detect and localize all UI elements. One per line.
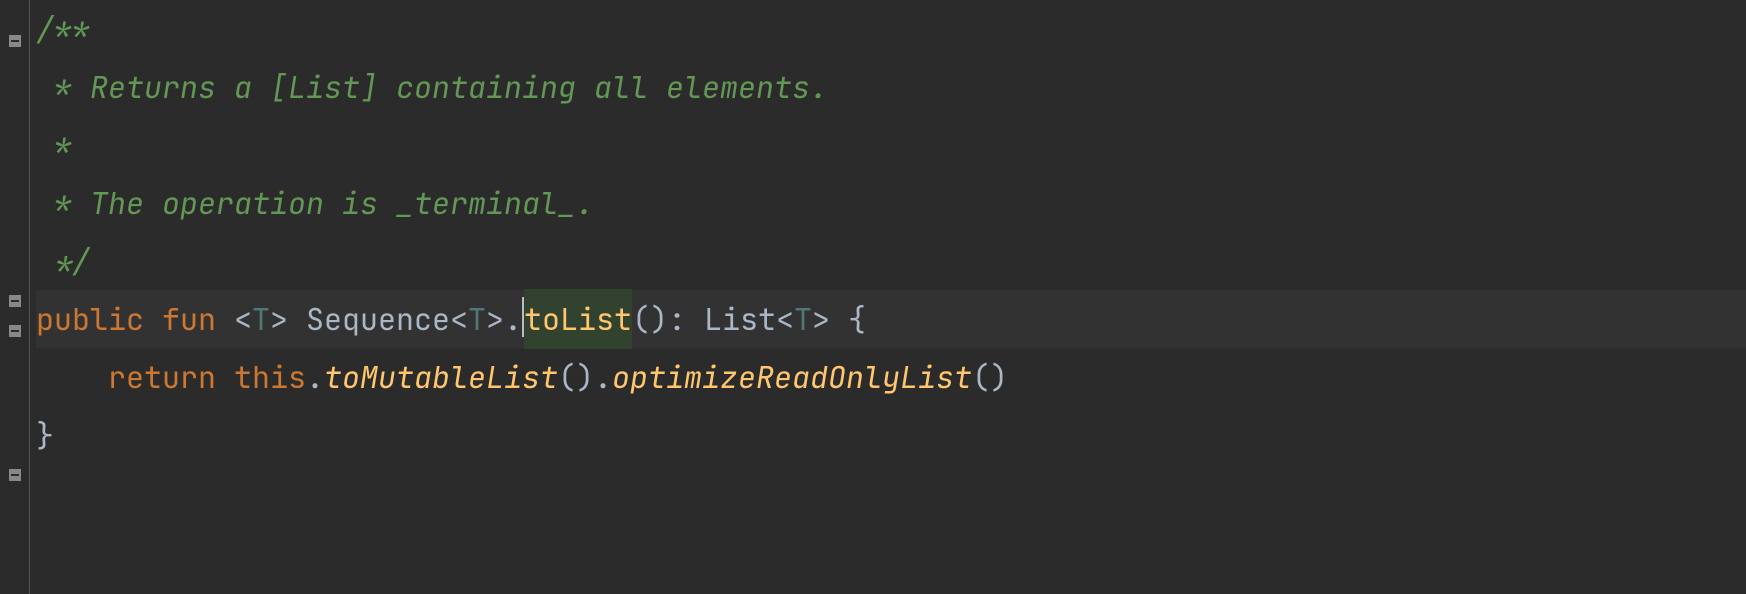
code-token: toList [524, 289, 632, 350]
code-editor[interactable]: /** * Returns a [List] containing all el… [0, 0, 1746, 594]
code-token: . [306, 348, 324, 407]
code-line[interactable]: */ [36, 232, 1746, 290]
code-token: containing all elements. [378, 58, 828, 117]
code-token: >. [486, 290, 522, 349]
code-line[interactable]: /** [36, 0, 1746, 58]
code-token: this [234, 348, 306, 407]
code-token [36, 348, 108, 407]
code-line[interactable]: * [36, 116, 1746, 174]
code-line[interactable]: public fun <T> Sequence<T>.toList(): Lis… [36, 290, 1746, 348]
code-token: * Returns a [36, 58, 270, 117]
code-line[interactable]: * Returns a [List] containing all elemen… [36, 58, 1746, 116]
code-token: Sequence [306, 290, 450, 349]
code-token: > [270, 290, 306, 349]
code-token: < [776, 290, 794, 349]
code-token: () [972, 348, 1008, 407]
code-line[interactable]: return this.toMutableList().optimizeRead… [36, 348, 1746, 406]
code-line[interactable]: } [36, 406, 1746, 464]
code-token: toMutableList [324, 348, 558, 407]
code-token: } [36, 406, 54, 465]
code-token: < [234, 290, 252, 349]
code-token: * [36, 116, 72, 175]
fold-close-icon[interactable] [8, 268, 22, 282]
code-token: */ [36, 232, 90, 291]
code-area[interactable]: /** * Returns a [List] containing all el… [30, 0, 1746, 594]
code-token: T [794, 290, 812, 349]
code-token: public [36, 290, 162, 349]
code-token: (). [558, 348, 612, 407]
code-line[interactable]: * The operation is _terminal_. [36, 174, 1746, 232]
gutter [0, 0, 30, 594]
fold-open-icon[interactable] [8, 298, 22, 312]
code-token: T [468, 290, 486, 349]
code-token: return [108, 348, 234, 407]
fold-open-icon[interactable] [8, 8, 22, 22]
code-token: T [252, 290, 270, 349]
text-caret [522, 297, 524, 337]
code-token: fun [162, 290, 234, 349]
code-token: [List] [270, 58, 378, 117]
code-token: < [450, 290, 468, 349]
fold-close-icon[interactable] [8, 442, 22, 456]
code-token: > { [812, 290, 866, 349]
code-token: /** [36, 0, 90, 58]
code-token: optimizeReadOnlyList [612, 348, 972, 407]
code-token: (): [632, 290, 704, 349]
code-token: List [704, 290, 776, 349]
code-token: * The operation is _terminal_. [36, 174, 594, 233]
